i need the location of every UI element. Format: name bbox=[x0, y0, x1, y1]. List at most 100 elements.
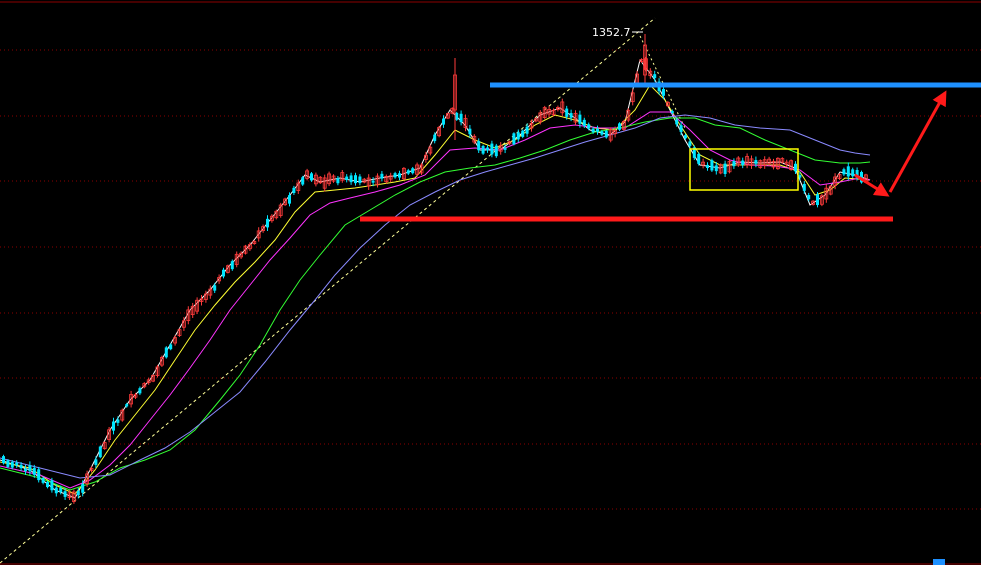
candle-body-down bbox=[565, 108, 569, 117]
candle bbox=[406, 168, 410, 176]
candle bbox=[336, 176, 340, 186]
candle-body-down bbox=[802, 183, 806, 191]
candle bbox=[6, 459, 10, 469]
candle bbox=[366, 174, 371, 190]
candle bbox=[195, 297, 200, 315]
candle bbox=[692, 145, 696, 160]
candle bbox=[349, 172, 353, 185]
candle bbox=[706, 162, 709, 171]
candle bbox=[190, 302, 195, 318]
candle-body-down bbox=[794, 163, 797, 172]
candle-body-down bbox=[411, 168, 415, 174]
candle-body-down bbox=[754, 160, 758, 164]
candle-body-down bbox=[288, 195, 291, 204]
candle bbox=[169, 343, 173, 351]
candle-body-down bbox=[846, 166, 850, 177]
candle-body-down bbox=[222, 269, 225, 277]
candle bbox=[630, 89, 635, 106]
candle bbox=[846, 162, 850, 181]
candle-body-down bbox=[371, 180, 375, 183]
trendline-layer bbox=[0, 17, 687, 564]
candle-body-down bbox=[477, 141, 481, 151]
candle-body-down bbox=[301, 177, 305, 185]
candle-body-down bbox=[19, 464, 23, 469]
candle-body-down bbox=[230, 261, 234, 270]
candle-body-down bbox=[653, 74, 657, 79]
candle-body-down bbox=[706, 164, 709, 168]
ma30-line bbox=[0, 117, 871, 491]
candle bbox=[310, 171, 313, 182]
candle-body-down bbox=[741, 160, 745, 166]
candle-body-down bbox=[292, 187, 296, 194]
candle bbox=[587, 122, 591, 131]
candle-body-down bbox=[98, 446, 102, 458]
candle-body-down bbox=[459, 113, 463, 123]
candle-body-down bbox=[358, 176, 362, 183]
moving-average-layer bbox=[0, 58, 871, 499]
candle bbox=[560, 98, 565, 117]
candle bbox=[398, 170, 401, 181]
ma10-line bbox=[0, 84, 871, 495]
candle-body-down bbox=[842, 169, 846, 175]
candle bbox=[256, 227, 261, 242]
candle bbox=[455, 111, 459, 121]
candle bbox=[322, 174, 327, 192]
candle bbox=[618, 122, 621, 131]
candle-body-down bbox=[59, 488, 63, 493]
candle bbox=[442, 115, 445, 128]
candle-body-down bbox=[37, 469, 41, 481]
candle bbox=[274, 209, 279, 220]
candle bbox=[837, 173, 842, 180]
candle bbox=[243, 244, 248, 255]
candle-body-down bbox=[354, 175, 357, 184]
candle bbox=[146, 377, 151, 385]
scroll-handle-icon[interactable] bbox=[933, 559, 945, 565]
candle-body-down bbox=[32, 467, 36, 475]
candle-body-down bbox=[675, 119, 679, 125]
candle-body-down bbox=[710, 160, 714, 171]
candle-body-down bbox=[54, 487, 58, 494]
candle bbox=[604, 129, 608, 139]
candle-body-down bbox=[345, 176, 349, 180]
candle-body-down bbox=[116, 419, 120, 423]
candle bbox=[384, 174, 389, 184]
candle bbox=[771, 158, 776, 170]
candle-body-down bbox=[6, 460, 10, 467]
candle bbox=[173, 335, 178, 346]
candle-body-down bbox=[600, 131, 604, 135]
candle bbox=[138, 386, 142, 396]
candle-body-down bbox=[433, 134, 437, 142]
candle bbox=[129, 390, 134, 408]
candle bbox=[15, 460, 19, 468]
candle-body-down bbox=[24, 468, 27, 472]
chart-canvas: 1352.7 bbox=[0, 1, 981, 565]
candle bbox=[648, 68, 653, 79]
candle bbox=[824, 184, 829, 203]
candle bbox=[486, 144, 489, 153]
candle bbox=[653, 70, 657, 82]
candle bbox=[481, 144, 485, 155]
candle-body-down bbox=[604, 130, 608, 138]
candle bbox=[516, 129, 520, 143]
candle bbox=[723, 160, 727, 177]
candle-body-down bbox=[398, 173, 401, 178]
candle bbox=[701, 158, 705, 169]
candle bbox=[380, 170, 384, 182]
candle-body-down bbox=[15, 462, 19, 466]
candle bbox=[327, 171, 332, 187]
down-arrow bbox=[854, 173, 890, 197]
candle bbox=[2, 454, 5, 465]
candle bbox=[116, 416, 120, 427]
candle-body-down bbox=[662, 88, 665, 96]
candle-body-down bbox=[494, 145, 498, 157]
ma60-line bbox=[0, 114, 871, 479]
candle bbox=[292, 185, 296, 195]
candle bbox=[820, 193, 824, 207]
annotation-layer bbox=[360, 31, 981, 222]
candlestick-chart: 1352.7 bbox=[0, 0, 981, 565]
candle-body-down bbox=[50, 480, 54, 491]
candle bbox=[261, 224, 266, 233]
candle-body-down bbox=[697, 153, 701, 164]
candle-body-down bbox=[393, 173, 397, 178]
candle-body-down bbox=[310, 173, 313, 181]
